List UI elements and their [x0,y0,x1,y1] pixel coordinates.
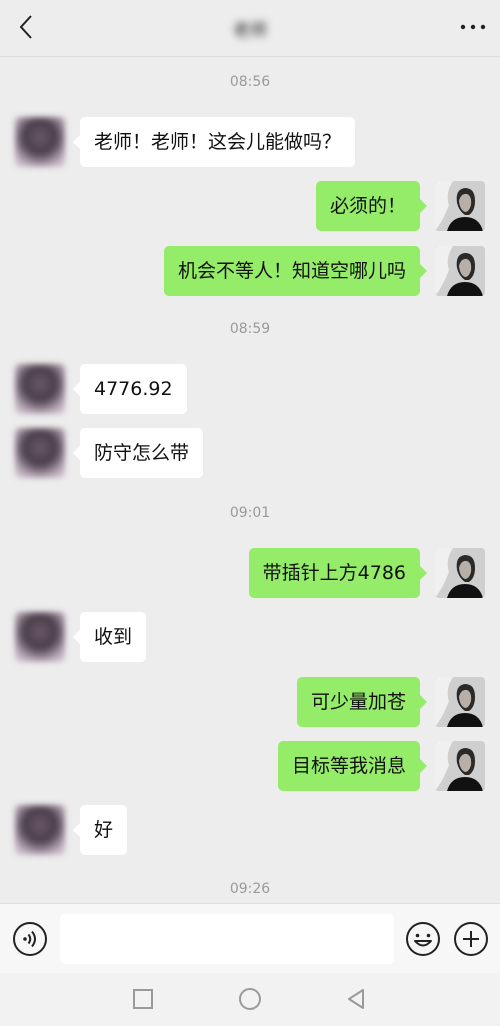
more-functions-button[interactable] [453,921,489,957]
square-icon [133,989,153,1009]
portrait-icon [435,548,485,598]
contact-avatar[interactable] [15,612,65,662]
more-horizontal-icon [460,24,486,30]
triangle-back-icon [348,989,364,1009]
voice-icon [13,922,47,956]
timestamp: 09:26 [229,881,271,897]
back-button[interactable] [12,12,42,42]
plus-icon [454,922,488,956]
my-avatar[interactable] [435,548,485,598]
timestamp: 08:56 [229,74,271,90]
my-avatar[interactable] [435,246,485,296]
chevron-left-icon [19,15,32,39]
home-button[interactable] [238,987,262,1011]
message-bubble-received[interactable]: 好 [72,805,128,855]
message-bubble-sent[interactable]: 目标等我消息 [277,741,428,791]
chat-header: 老师 [0,0,500,57]
message-bubble-received[interactable]: 收到 [72,612,147,662]
timestamp: 09:01 [229,505,271,521]
message-input[interactable] [60,914,394,964]
message-bubble-received[interactable]: 老师！老师！这会儿能做吗？ [72,117,356,167]
my-avatar[interactable] [435,181,485,231]
my-avatar[interactable] [435,677,485,727]
portrait-icon [435,741,485,791]
message-bubble-sent[interactable]: 必须的！ [315,181,428,231]
contact-avatar[interactable] [15,117,65,167]
contact-avatar[interactable] [15,805,65,855]
emoji-icon [406,922,440,956]
portrait-icon [435,677,485,727]
more-options-button[interactable] [458,12,488,42]
message-list[interactable]: 08:56 老师！老师！这会儿能做吗？ 必须的！ 机会不等人！知道空哪儿吗 08… [0,57,500,903]
contact-avatar[interactable] [15,364,65,414]
chat-title: 老师 [233,21,267,41]
chat-input-bar [0,903,500,974]
emoji-button[interactable] [405,921,441,957]
message-bubble-sent[interactable]: 带插针上方4786 [248,548,428,598]
system-navigation-bar [0,973,500,1026]
back-nav-button[interactable] [344,987,368,1011]
contact-avatar[interactable] [15,428,65,478]
timestamp: 08:59 [229,321,271,337]
recents-button[interactable] [131,987,155,1011]
message-bubble-sent[interactable]: 可少量加苍 [296,677,428,727]
circle-icon [239,988,261,1010]
portrait-icon [435,246,485,296]
my-avatar[interactable] [435,741,485,791]
voice-button[interactable] [12,921,48,957]
portrait-icon [435,181,485,231]
message-bubble-received[interactable]: 防守怎么带 [72,428,204,478]
message-bubble-sent[interactable]: 机会不等人！知道空哪儿吗 [163,246,428,296]
message-bubble-received[interactable]: 4776.92 [73,364,187,414]
